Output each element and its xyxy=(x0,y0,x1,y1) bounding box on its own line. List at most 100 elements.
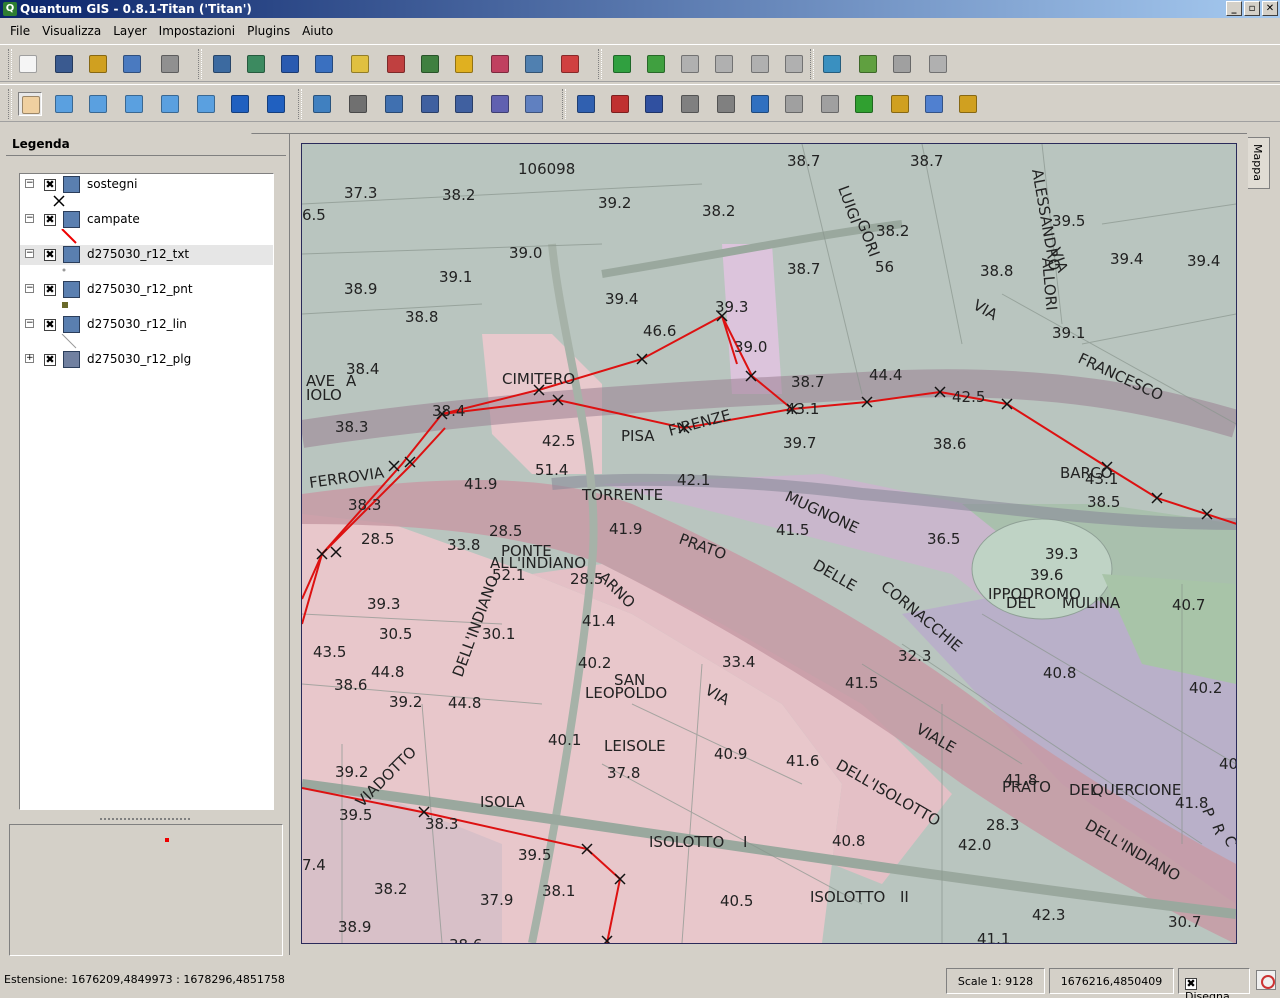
close-button[interactable]: ✕ xyxy=(1262,1,1278,16)
copy-feature-button[interactable] xyxy=(922,92,946,116)
layer-visibility-checkbox[interactable]: ✖ xyxy=(44,249,56,261)
collapse-icon[interactable]: − xyxy=(25,319,34,328)
pan-button[interactable] xyxy=(18,92,42,116)
layer-row-d275030-r12-pnt[interactable]: − ✖ d275030_r12_pnt xyxy=(20,280,273,300)
map-label: 41.9 xyxy=(464,475,497,493)
zoom-last-button[interactable] xyxy=(228,92,252,116)
collapse-icon[interactable]: − xyxy=(25,284,34,293)
add-vertex-button[interactable] xyxy=(852,92,876,116)
split-feature-button[interactable] xyxy=(714,92,738,116)
attribute-table-button[interactable] xyxy=(382,92,406,116)
tool-c-button[interactable] xyxy=(748,52,772,76)
expand-icon[interactable]: + xyxy=(25,354,34,363)
layer-visibility-checkbox[interactable]: ✖ xyxy=(44,179,56,191)
render-checkbox[interactable]: ✖ xyxy=(1185,978,1197,990)
map-label: 38.8 xyxy=(802,940,835,943)
map-label: 38.6 xyxy=(334,676,367,694)
menu-impostazioni[interactable]: Impostazioni xyxy=(153,21,241,41)
move-feature-button[interactable] xyxy=(678,92,702,116)
layer-visibility-checkbox[interactable]: ✖ xyxy=(44,319,56,331)
refresh-button[interactable] xyxy=(264,92,288,116)
remove-all-overview-button[interactable] xyxy=(558,52,582,76)
identify-button[interactable] xyxy=(310,92,334,116)
layer-visibility-checkbox[interactable]: ✖ xyxy=(44,354,56,366)
collapse-icon[interactable]: − xyxy=(25,179,34,188)
render-label: Disegna xyxy=(1185,990,1230,998)
map-canvas[interactable]: 106098 37.3 38.2 39.2 38.2 38.7 6.5 39.5 LUIGI GO… xyxy=(301,143,1237,944)
maximize-button[interactable]: ▫ xyxy=(1244,1,1260,16)
layer-visibility-checkbox[interactable]: ✖ xyxy=(44,284,56,296)
add-island-button[interactable] xyxy=(818,92,842,116)
select-button[interactable] xyxy=(346,92,370,116)
add-ring-button[interactable] xyxy=(782,92,806,116)
tool-b-button[interactable] xyxy=(712,52,736,76)
georef-button[interactable] xyxy=(610,52,634,76)
map-label: 43.1 xyxy=(786,400,819,418)
overview-add-button[interactable] xyxy=(418,52,442,76)
tool-d-button[interactable] xyxy=(782,52,806,76)
map-tips-button[interactable] xyxy=(488,92,512,116)
move-vertex-button[interactable] xyxy=(888,92,912,116)
add-raster-button[interactable] xyxy=(244,52,268,76)
capture-point-button[interactable] xyxy=(574,92,598,116)
map-label: 42.1 xyxy=(677,471,710,489)
splitter-handle[interactable] xyxy=(100,818,190,821)
zoom-layer-button[interactable] xyxy=(194,92,218,116)
tab-mappa[interactable]: Mappa xyxy=(1248,137,1270,189)
delete-feature-button[interactable] xyxy=(748,92,772,116)
menu-visualizza[interactable]: Visualizza xyxy=(36,21,107,41)
grid-maker-button[interactable] xyxy=(820,52,844,76)
open-button[interactable] xyxy=(120,52,144,76)
capture-line-icon xyxy=(611,95,629,113)
collapse-icon[interactable]: − xyxy=(25,214,34,223)
hide-all-button[interactable] xyxy=(488,52,512,76)
in-overview-button[interactable] xyxy=(522,52,546,76)
tool-a-button[interactable] xyxy=(678,52,702,76)
zoom-full-icon xyxy=(125,95,143,113)
gps-button[interactable] xyxy=(644,52,668,76)
gps-icon xyxy=(647,55,665,73)
save-as-button[interactable] xyxy=(86,52,110,76)
layer-visibility-checkbox[interactable]: ✖ xyxy=(44,214,56,226)
measure-line-button[interactable] xyxy=(418,92,442,116)
add-wms-button[interactable] xyxy=(312,52,336,76)
stop-rendering-icon[interactable] xyxy=(1256,970,1276,990)
remove-layer-button[interactable] xyxy=(384,52,408,76)
new-vector-button[interactable] xyxy=(348,52,372,76)
layer-row-d275030-r12-lin[interactable]: − ✖ d275030_r12_lin xyxy=(20,315,273,335)
menu-aiuto[interactable]: Aiuto xyxy=(296,21,339,41)
measure-area-button[interactable] xyxy=(452,92,476,116)
layer-row-d275030-r12-txt[interactable]: − ✖ d275030_r12_txt xyxy=(20,245,273,265)
new-project-button[interactable] xyxy=(16,52,40,76)
paste-feature-button[interactable] xyxy=(956,92,980,116)
menu-layer[interactable]: Layer xyxy=(107,21,152,41)
zoom-full-button[interactable] xyxy=(122,92,146,116)
stop-render-button[interactable] xyxy=(926,52,950,76)
menu-plugins[interactable]: Plugins xyxy=(241,21,296,41)
map-label: 39.7 xyxy=(610,940,643,943)
scale-field[interactable]: Scale 1: 9128 xyxy=(946,968,1045,994)
layer-row-campate[interactable]: − ✖ campate xyxy=(20,210,273,230)
print-button[interactable] xyxy=(158,52,182,76)
zoom-in-button[interactable] xyxy=(52,92,76,116)
overview-panel[interactable] xyxy=(9,824,283,956)
plugin-add-button[interactable] xyxy=(856,52,880,76)
layer-row-d275030-r12-plg[interactable]: + ✖ d275030_r12_plg xyxy=(20,350,273,370)
zoom-out-button[interactable] xyxy=(86,92,110,116)
add-postgis-button[interactable] xyxy=(278,52,302,76)
zoom-selection-button[interactable] xyxy=(158,92,182,116)
save-button[interactable] xyxy=(52,52,76,76)
show-all-button[interactable] xyxy=(452,52,476,76)
capture-line-button[interactable] xyxy=(608,92,632,116)
add-vector-button[interactable] xyxy=(210,52,234,76)
bookmark-button[interactable] xyxy=(522,92,546,116)
new-project-icon xyxy=(19,55,37,73)
plugin-manage-button[interactable] xyxy=(890,52,914,76)
layer-row-sostegni[interactable]: − ✖ sostegni xyxy=(20,175,273,195)
minimize-button[interactable]: _ xyxy=(1226,1,1242,16)
capture-polygon-button[interactable] xyxy=(642,92,666,116)
render-toggle[interactable]: ✖Disegna xyxy=(1178,968,1250,998)
capture-polygon-icon xyxy=(645,95,663,113)
collapse-icon[interactable]: − xyxy=(25,249,34,258)
menu-file[interactable]: File xyxy=(4,21,36,41)
